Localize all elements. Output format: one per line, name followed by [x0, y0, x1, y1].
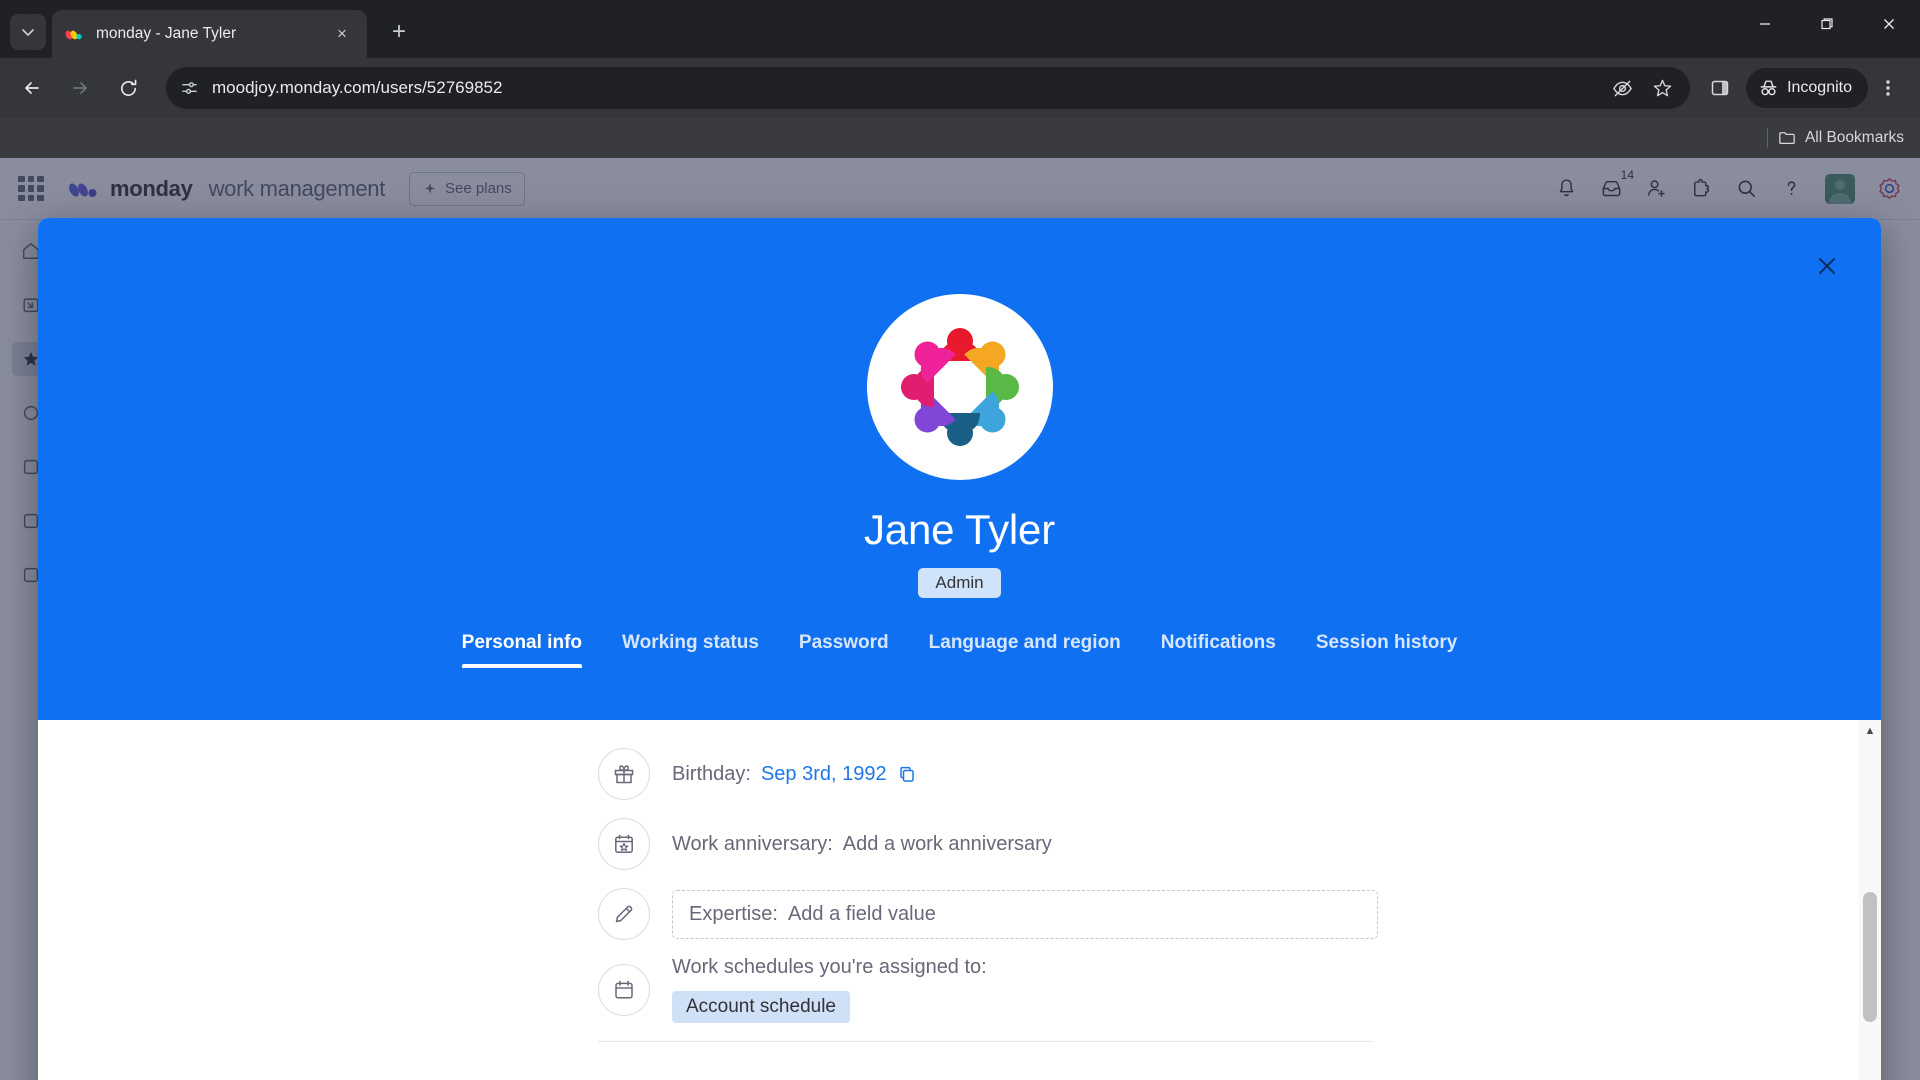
tab-close-button[interactable]: × — [329, 21, 355, 47]
tab-password[interactable]: Password — [799, 632, 889, 668]
new-tab-button[interactable]: + — [381, 14, 417, 50]
address-bar[interactable]: moodjoy.monday.com/users/52769852 — [166, 67, 1691, 109]
tab-working-status[interactable]: Working status — [622, 632, 759, 668]
tab-strip: monday - Jane Tyler × + — [0, 0, 1920, 58]
field-work-schedules-label: Work schedules you're assigned to: — [672, 956, 987, 978]
field-expertise-label: Expertise: — [689, 902, 778, 925]
omnibox-actions — [1602, 68, 1682, 108]
profile-role-wrap: Admin — [38, 568, 1881, 598]
field-birthday[interactable]: Birthday: Sep 3rd, 1992 — [598, 746, 1881, 802]
url-text: moodjoy.monday.com/users/52769852 — [212, 78, 503, 97]
tab-title: monday - Jane Tyler — [96, 25, 237, 42]
all-bookmarks-button[interactable]: All Bookmarks — [1778, 129, 1904, 147]
minimize-button[interactable] — [1734, 0, 1796, 48]
field-work-anniversary[interactable]: Work anniversary: Add a work anniversary — [598, 816, 1881, 872]
forward-button[interactable] — [60, 68, 100, 108]
browser-tab[interactable]: monday - Jane Tyler × — [52, 10, 367, 58]
page-settings-icon[interactable] — [172, 71, 206, 105]
field-work-schedules: Work schedules you're assigned to: Accou… — [598, 956, 1881, 1023]
tab-language-and-region[interactable]: Language and region — [929, 632, 1121, 668]
tab-notifications[interactable]: Notifications — [1161, 632, 1276, 668]
forward-icon — [73, 82, 87, 94]
schedule-chip[interactable]: Account schedule — [672, 991, 850, 1023]
gift-icon — [598, 748, 650, 800]
incognito-label: Incognito — [1787, 79, 1852, 96]
maximize-button[interactable] — [1796, 0, 1858, 48]
window-controls — [1734, 0, 1920, 48]
field-expertise-placeholder: Add a field value — [787, 902, 936, 925]
field-work-anniversary-label: Work anniversary: — [672, 832, 833, 855]
field-birthday-label: Birthday: — [672, 762, 751, 785]
profile-avatar[interactable] — [866, 294, 1053, 480]
eye-off-icon[interactable] — [1602, 68, 1642, 108]
monday-logo-icon — [64, 24, 84, 44]
browser-toolbar: moodjoy.monday.com/users/52769852 Incogn… — [0, 58, 1920, 118]
incognito-icon — [1760, 80, 1777, 95]
field-work-anniversary-text: Work anniversary: Add a work anniversary — [672, 833, 1052, 856]
scroll-up-arrow[interactable]: ▲ — [1865, 720, 1876, 742]
tab-search-button[interactable] — [10, 14, 46, 50]
tab-personal-info[interactable]: Personal info — [461, 632, 583, 668]
modal-scrollbar[interactable]: ▲ — [1859, 720, 1881, 1080]
calendar-icon — [598, 963, 650, 1016]
browser-window: monday - Jane Tyler × + moodjoy.monday.c… — [0, 0, 1920, 1080]
tab-session-history[interactable]: Session history — [1316, 632, 1458, 668]
field-expertise[interactable]: Expertise: Add a field value — [598, 886, 1881, 942]
calendar-star-icon — [598, 818, 650, 870]
bookmark-star-icon[interactable] — [1642, 68, 1682, 108]
field-work-anniversary-value[interactable]: Add a work anniversary — [843, 833, 1052, 856]
bookmarks-separator — [1766, 128, 1768, 148]
reload-icon — [120, 79, 136, 96]
content-divider — [598, 1041, 1373, 1042]
field-expertise-input[interactable]: Expertise: Add a field value — [672, 889, 1378, 939]
all-bookmarks-label: All Bookmarks — [1804, 129, 1904, 146]
modal-tabs: Personal info Working status Password La… — [38, 632, 1881, 668]
folder-icon — [1779, 132, 1795, 145]
user-profile-modal: Jane Tyler Admin Personal info Working s… — [38, 218, 1881, 1080]
incognito-indicator[interactable]: Incognito — [1746, 68, 1868, 108]
bookmarks-bar: All Bookmarks — [0, 118, 1920, 158]
personal-info-fields: Birthday: Sep 3rd, 1992 Work anniversary… — [38, 746, 1881, 1023]
pencil-icon — [598, 888, 650, 940]
field-birthday-text: Birthday: Sep 3rd, 1992 — [672, 763, 917, 786]
scroll-thumb[interactable] — [1863, 892, 1877, 1022]
close-icon[interactable] — [1807, 246, 1847, 286]
field-birthday-value[interactable]: Sep 3rd, 1992 — [761, 763, 887, 786]
back-icon — [25, 82, 39, 94]
modal-hero: Jane Tyler Admin Personal info Working s… — [38, 218, 1881, 720]
back-button[interactable] — [12, 68, 52, 108]
status-badge: Admin — [918, 568, 1001, 598]
field-work-schedules-body: Work schedules you're assigned to: Accou… — [672, 956, 987, 1023]
profile-name: Jane Tyler — [864, 506, 1055, 553]
modal-content: Birthday: Sep 3rd, 1992 Work anniversary… — [38, 720, 1881, 1080]
reload-button[interactable] — [108, 68, 148, 108]
team-circle-avatar-icon — [900, 328, 1019, 446]
window-close-button[interactable] — [1858, 0, 1920, 48]
chevron-down-icon — [22, 29, 34, 36]
three-dot-menu-icon[interactable] — [1868, 68, 1908, 108]
scroll-track[interactable] — [1859, 742, 1881, 1080]
copy-icon[interactable] — [897, 764, 917, 784]
field-expertise-text: Expertise: Add a field value — [689, 903, 936, 926]
side-panel-icon[interactable] — [1700, 68, 1740, 108]
